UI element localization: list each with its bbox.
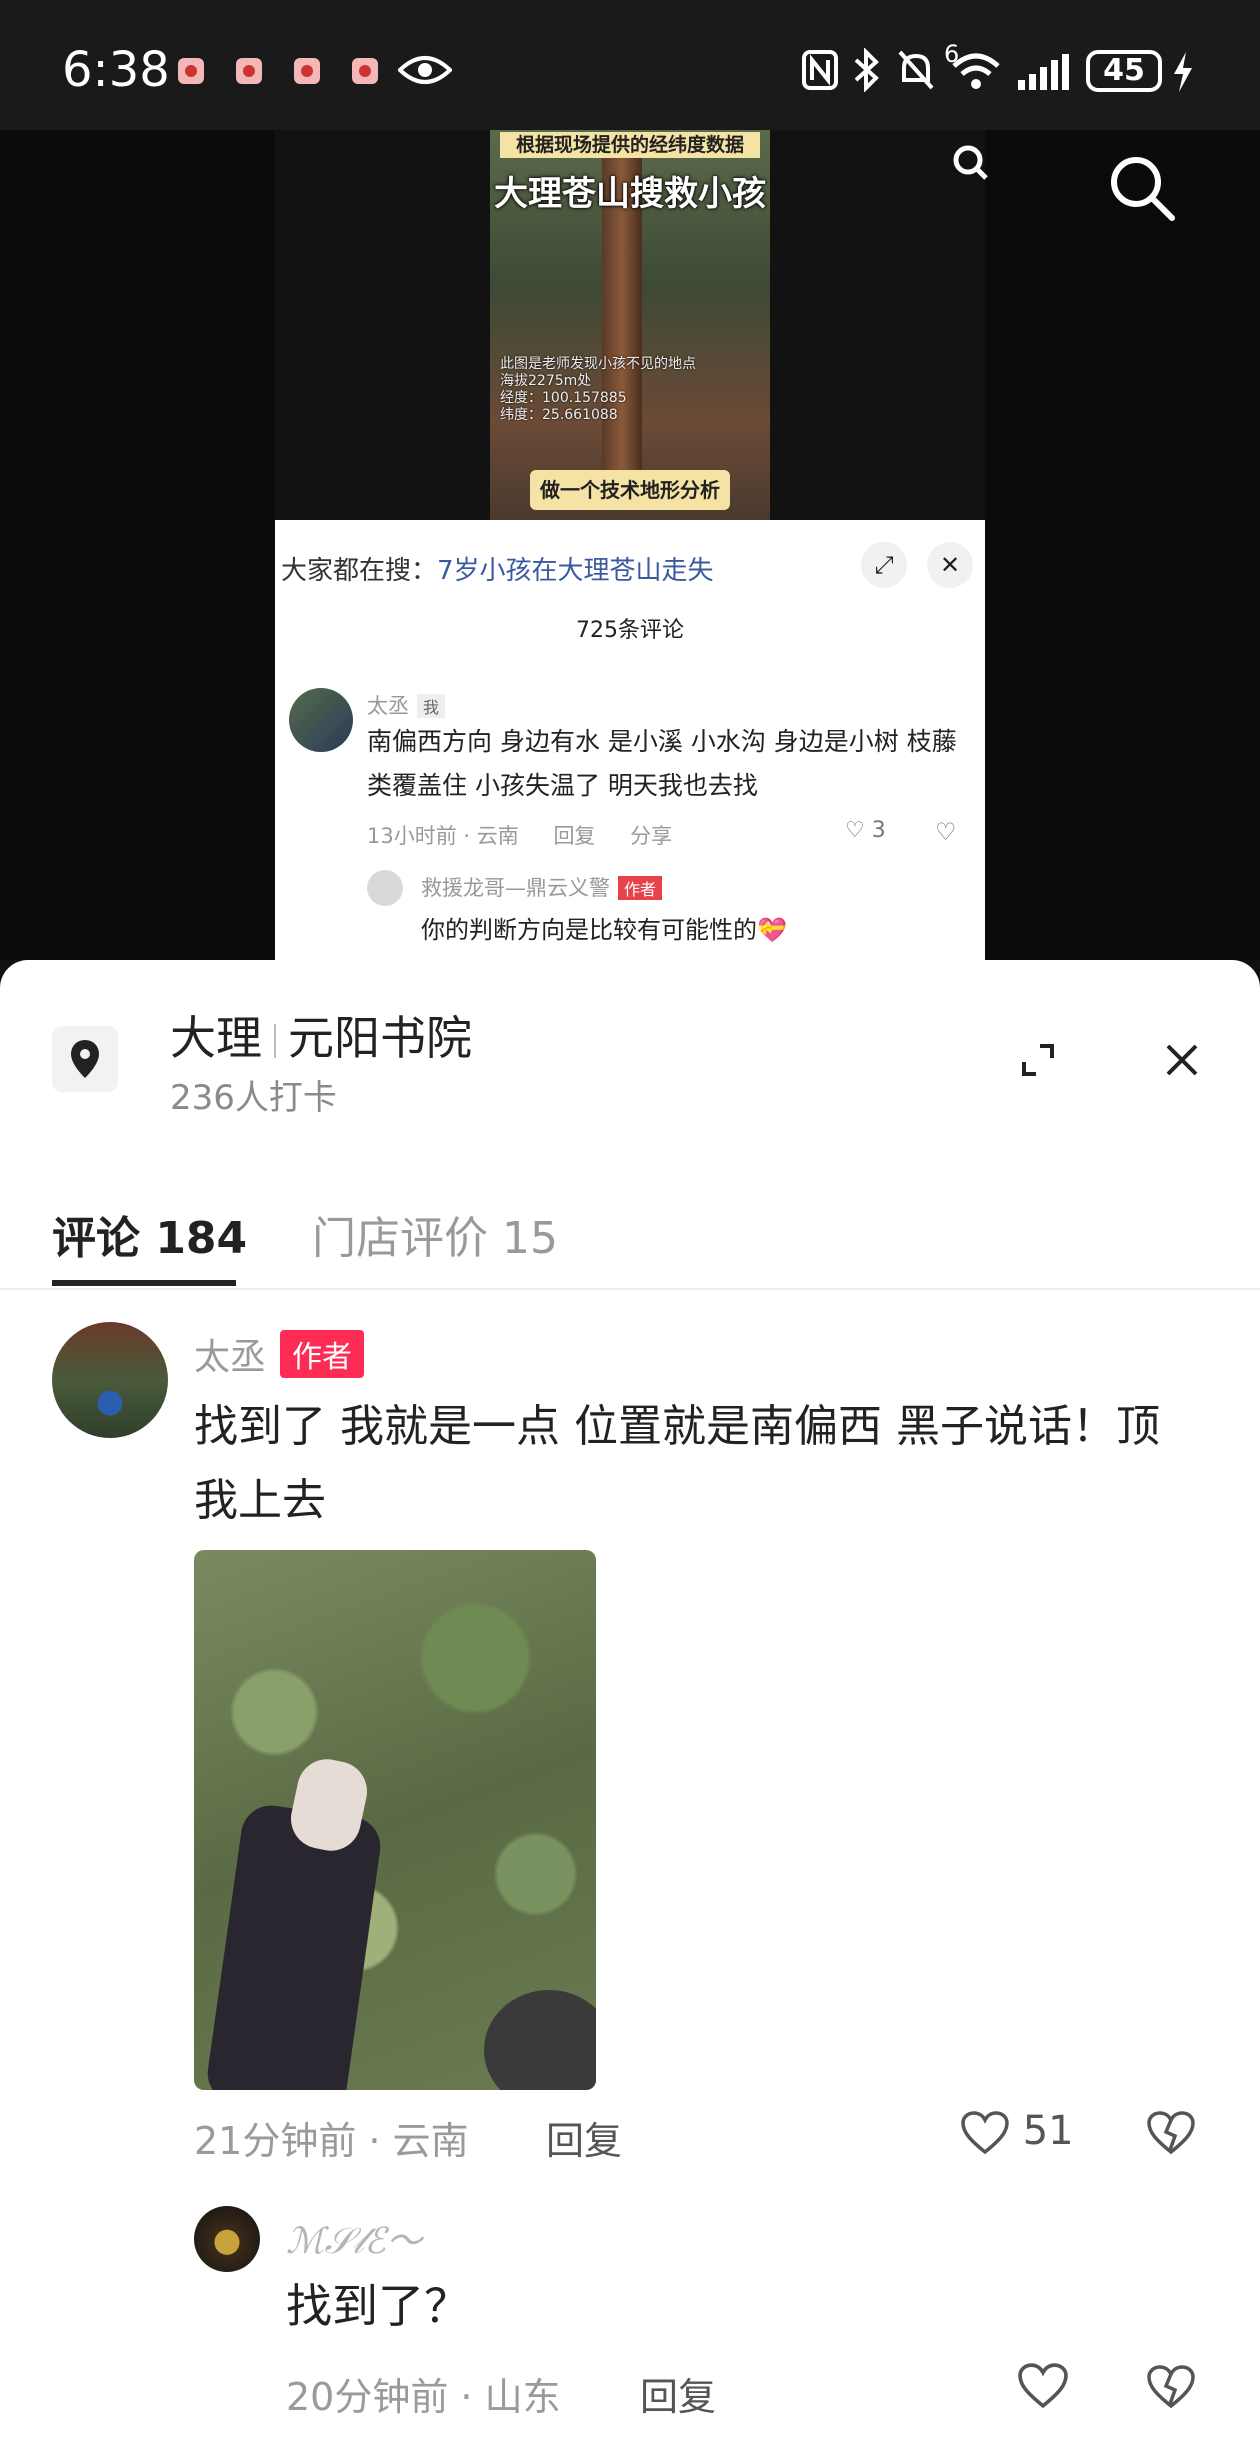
avatar <box>367 870 403 906</box>
bluetooth-icon <box>854 48 879 92</box>
image-leg <box>203 1801 385 2090</box>
notification-icon <box>352 58 378 84</box>
tab-comments[interactable]: 评论 184 <box>52 1202 247 1266</box>
reply-user[interactable]: ℳ𝒮𝓁ℰ〜 <box>286 2212 422 2264</box>
notification-icon <box>236 58 262 84</box>
avatar[interactable] <box>194 2206 260 2272</box>
checkin-count: 236人打卡 <box>170 1078 337 1118</box>
comment-image[interactable] <box>194 1550 596 2090</box>
title-divider <box>274 1024 276 1058</box>
location-comment-sheet: 大理 元阳书院 236人打卡 评论 184 门店评价 15 太丞 作者 找到了 我就… <box>0 960 1260 2448</box>
share-label: 分享 <box>630 824 673 848</box>
avatar[interactable] <box>52 1322 168 1438</box>
location-title: 大理 元阳书院 <box>170 1002 472 1068</box>
reply-button[interactable]: 回复 <box>640 2366 716 2421</box>
username[interactable]: 太丞 <box>194 1337 266 1378</box>
eye-icon <box>398 56 452 84</box>
coord-line: 此图是老师发现小孩不见的地点 <box>500 356 696 372</box>
location-pin-icon <box>52 1026 118 1092</box>
reply-button[interactable]: 回复 <box>546 2110 622 2165</box>
like-count: 51 <box>1022 2108 1074 2154</box>
place-name: 元阳书院 <box>288 1011 472 1065</box>
search-icon[interactable] <box>950 142 990 182</box>
video-thumbnail: 根据现场提供的经纬度数据 大理苍山搜救小孩 此图是老师发现小孩不见的地点 海拔2… <box>490 130 770 520</box>
comment-time-location: 21分钟前 · 云南 <box>194 2119 469 2163</box>
expand-icon[interactable] <box>1016 1038 1060 1082</box>
video-caption-top: 根据现场提供的经纬度数据 <box>500 132 760 158</box>
coord-line: 经度：100.157885 <box>500 390 627 406</box>
comment-user: 太丞 作者 <box>194 1328 365 1380</box>
coord-line: 海拔2275m处 <box>500 373 592 389</box>
embedded-comment-meta: 13小时前 · 云南 回复 分享 <box>367 820 700 850</box>
embedded-expand-icon: ⤢ <box>861 542 907 588</box>
nfc-icon <box>802 50 838 90</box>
search-icon[interactable] <box>1106 152 1178 224</box>
reply-text: 找到了？ <box>286 2279 470 2333</box>
status-bar: 6:38 6 45 <box>0 0 1260 130</box>
embedded-reply-user: 救援龙哥—鼎云义警 作者 <box>421 872 663 902</box>
embedded-comment-screenshot: 大家都在搜：7岁小孩在大理苍山走失 ⤢ ✕ 725条评论 太丞我 南偏西方向 身… <box>275 520 985 960</box>
charging-icon <box>1174 52 1192 92</box>
time-location: 13小时前 · 云南 <box>367 824 519 848</box>
active-tab-indicator <box>52 1280 236 1286</box>
heart-icon <box>961 2111 1009 2155</box>
comment-text: 找到了 我就是一点 位置就是南偏西 黑子说话！顶我上去 <box>194 1401 1160 1526</box>
broken-heart-icon: ♡ <box>935 818 957 846</box>
image-shoe <box>484 1990 596 2090</box>
embedded-reply-text: 你的判断方向是比较有可能性的💝 <box>421 916 787 944</box>
video-caption-coords: 此图是老师发现小孩不见的地点 海拔2275m处 经度：100.157885 纬度… <box>500 356 696 424</box>
reply-time-location: 20分钟前 · 山东 <box>286 2375 561 2419</box>
battery-indicator: 45 <box>1086 50 1162 92</box>
like-button[interactable]: 51 <box>960 2108 1074 2156</box>
like-count: 3 <box>871 818 886 843</box>
notification-icon <box>294 58 320 84</box>
embedded-close-icon: ✕ <box>927 542 973 588</box>
cellular-signal-icon <box>1018 54 1069 90</box>
author-badge: 作者 <box>618 876 663 900</box>
mute-bell-icon <box>898 50 934 90</box>
username: 救援龙哥—鼎云义警 <box>421 876 610 900</box>
heart-icon: ♡ <box>845 818 865 843</box>
me-badge: 我 <box>417 694 446 718</box>
close-icon[interactable] <box>1160 1038 1204 1082</box>
embedded-search-suggestion: 大家都在搜：7岁小孩在大理苍山走失 <box>281 550 714 587</box>
embedded-comment-text: 南偏西方向 身边有水 是小溪 小水沟 身边是小树 枝藤类覆盖住 小孩失温了 明天… <box>367 727 957 800</box>
heart-icon[interactable] <box>1016 2362 1070 2410</box>
broken-heart-icon[interactable] <box>1146 2364 1196 2410</box>
video-caption-bottom: 做一个技术地形分析 <box>530 470 730 510</box>
author-badge: 作者 <box>280 1330 365 1378</box>
wifi-icon <box>952 53 1000 89</box>
embedded-comment-count: 725条评论 <box>576 618 684 643</box>
tab-store-reviews[interactable]: 门店评价 15 <box>312 1202 558 1266</box>
tab-bar: 评论 184 门店评价 15 <box>0 1180 1260 1290</box>
coord-line: 纬度：25.661088 <box>500 407 618 423</box>
username: 太丞 <box>367 694 409 718</box>
status-time: 6:38 <box>62 42 170 98</box>
notification-icon <box>178 58 204 84</box>
search-query: 7岁小孩在大理苍山走失 <box>437 556 714 586</box>
city-name: 大理 <box>170 1011 262 1065</box>
avatar <box>289 688 353 752</box>
embedded-like: ♡ 3 <box>845 818 886 843</box>
broken-heart-icon[interactable] <box>1146 2110 1196 2156</box>
reply-label: 回复 <box>553 824 596 848</box>
video-caption-main: 大理苍山搜救小孩 <box>494 174 766 214</box>
search-prefix: 大家都在搜： <box>281 556 438 586</box>
embedded-comment-user: 太丞我 <box>367 690 446 720</box>
